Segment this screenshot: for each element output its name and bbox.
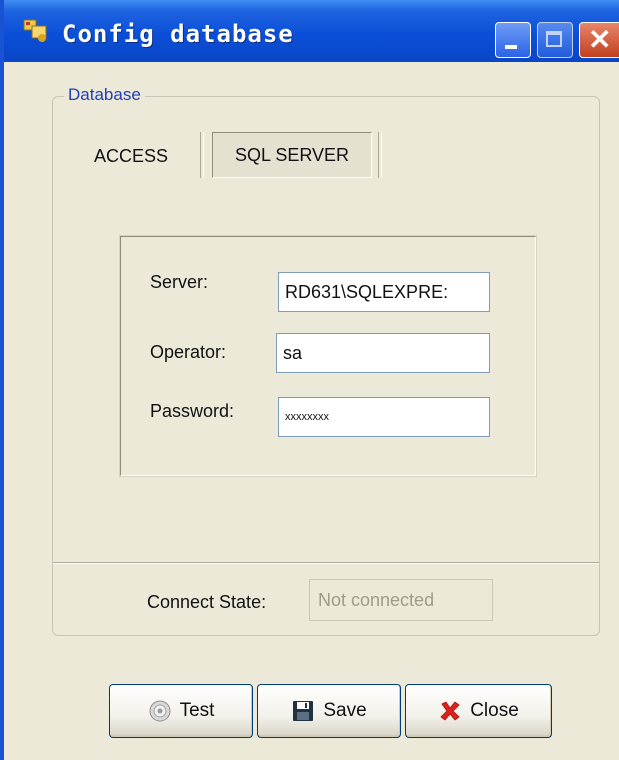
- server-label: Server:: [150, 272, 209, 292]
- window-title: Config database: [62, 20, 294, 48]
- floppy-disk-icon: [293, 701, 314, 721]
- connect-state-field: Not connected: [309, 579, 493, 621]
- save-button-label: Save: [323, 700, 367, 721]
- tab-sql-server[interactable]: SQL SERVER: [212, 132, 372, 178]
- tab-divider: [378, 132, 382, 178]
- tab-access[interactable]: ACCESS: [94, 146, 168, 167]
- connect-state-label: Connect State:: [147, 592, 267, 612]
- password-field[interactable]: xxxxxxxx: [278, 397, 490, 437]
- title-bar[interactable]: Config database ✕: [4, 0, 619, 62]
- maximize-button[interactable]: [537, 22, 573, 58]
- server-field[interactable]: RD631\SQLEXPRE:: [278, 272, 490, 312]
- app-keys-icon: [23, 19, 47, 42]
- close-button[interactable]: Close: [405, 684, 552, 738]
- config-database-window: Config database ✕ Database ACCESS SQL SE…: [0, 0, 619, 760]
- red-x-icon: [440, 701, 460, 721]
- save-button[interactable]: Save: [257, 684, 401, 738]
- operator-field[interactable]: sa: [276, 333, 490, 373]
- password-label: Password:: [150, 401, 235, 421]
- close-button-label: Close: [470, 700, 519, 721]
- title-close-button[interactable]: ✕: [579, 22, 619, 58]
- test-button-label: Test: [179, 700, 215, 721]
- divider: [53, 562, 599, 564]
- test-button[interactable]: Test: [109, 684, 253, 738]
- groupbox-legend: Database: [64, 85, 145, 105]
- operator-label: Operator:: [150, 342, 227, 362]
- close-icon: ✕: [588, 24, 612, 55]
- disc-icon: [149, 700, 171, 722]
- minimize-button[interactable]: [495, 22, 531, 58]
- tab-divider: [200, 132, 204, 178]
